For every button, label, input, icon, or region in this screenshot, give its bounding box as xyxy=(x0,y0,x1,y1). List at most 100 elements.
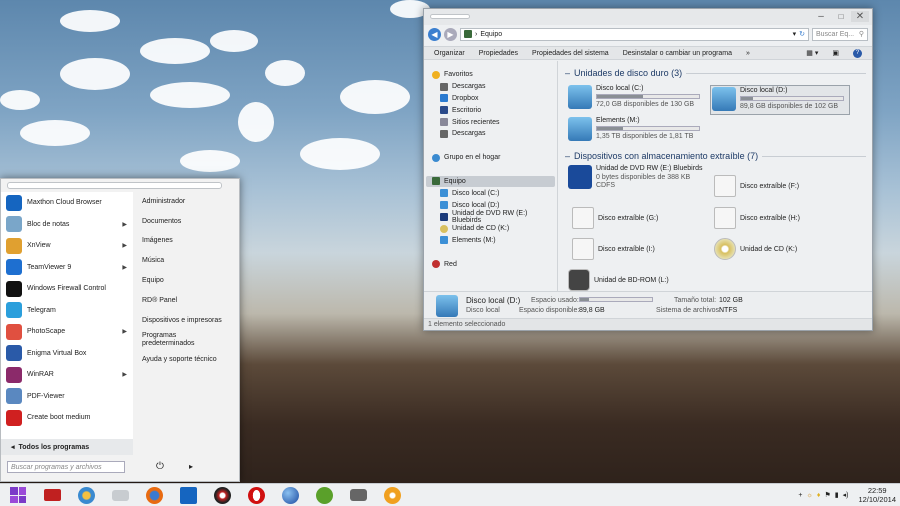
computer-icon xyxy=(464,30,472,38)
drive-item-i[interactable]: Disco extraíble (I:) xyxy=(572,234,692,264)
close-button[interactable]: ✕ xyxy=(851,11,869,22)
nav-item-drive-c[interactable]: Disco local (C:) xyxy=(424,187,557,199)
start-item-musica[interactable]: Música xyxy=(135,251,239,271)
start-item-dispositivos[interactable]: Dispositivos e impresoras xyxy=(135,311,239,331)
nav-network[interactable]: Red xyxy=(424,258,557,270)
drive-item-m[interactable]: Elements (M:) 1,35 TB disponibles de 1,8… xyxy=(568,117,708,147)
all-programs-button[interactable]: ◂ Todos los programas xyxy=(1,439,133,455)
start-button[interactable] xyxy=(4,484,32,506)
nav-item-desktop[interactable]: Escritorio xyxy=(424,104,557,116)
section-header-hdd[interactable]: – Unidades de disco duro (3) xyxy=(560,67,872,79)
submenu-arrow-icon[interactable]: ▶ xyxy=(122,371,127,378)
start-program-item[interactable]: Telegram xyxy=(1,300,133,322)
refresh-icon[interactable]: ↻ xyxy=(799,30,805,38)
view-options-icon[interactable]: ▦ ▾ xyxy=(806,49,818,57)
chevron-down-icon[interactable]: ▾ xyxy=(793,30,797,38)
nav-computer[interactable]: Equipo xyxy=(426,175,555,188)
taskbar-camera[interactable] xyxy=(344,484,372,506)
submenu-arrow-icon[interactable]: ▶ xyxy=(122,221,127,228)
taskbar-globe[interactable] xyxy=(276,484,304,506)
start-program-item[interactable]: WinRAR ▶ xyxy=(1,364,133,386)
taskbar-firefox[interactable] xyxy=(140,484,168,506)
power-icon[interactable]: ⏻ xyxy=(156,461,164,472)
lightbulb-icon[interactable]: ♦ xyxy=(817,492,821,499)
start-search-input[interactable]: Buscar programas y archivos xyxy=(7,461,125,473)
start-item-equipo[interactable]: Equipo xyxy=(135,271,239,291)
submenu-arrow-icon[interactable]: ▶ xyxy=(122,264,127,271)
removable-disk-icon xyxy=(714,175,736,197)
taskbar-maxthon[interactable] xyxy=(174,484,202,506)
drive-item-c[interactable]: Disco local (C:) 72,0 GB disponibles de … xyxy=(568,85,708,115)
start-item-programas-predeterminados[interactable]: Programas predeterminados xyxy=(135,331,215,351)
drive-item-d[interactable]: Disco local (D:) 89,8 GB disponibles de … xyxy=(710,85,850,115)
power-options-arrow-icon[interactable]: ▸ xyxy=(189,462,193,471)
drive-name: Unidad de DVD RW (E:) Bluebirds xyxy=(596,165,703,172)
sun-icon[interactable]: ☼ xyxy=(806,492,812,499)
nav-item-downloads-2[interactable]: Descargas xyxy=(424,128,557,140)
program-icon xyxy=(6,366,22,383)
taskbar-media-folder[interactable] xyxy=(38,484,66,506)
taskbar-drive[interactable] xyxy=(106,484,134,506)
organize-button[interactable]: Organizar xyxy=(434,50,465,57)
drive-item-g[interactable]: Disco extraíble (G:) xyxy=(572,203,692,233)
start-program-item[interactable]: Bloc de notas ▶ xyxy=(1,214,133,236)
clock[interactable]: 22:59 12/10/2014 xyxy=(858,486,896,504)
drive-item-k[interactable]: Unidad de CD (K:) xyxy=(714,234,834,264)
start-program-item[interactable]: Create boot medium xyxy=(1,407,133,429)
maximize-button[interactable]: □ xyxy=(834,11,848,22)
forward-button[interactable]: ▶ xyxy=(444,27,457,41)
system-properties-button[interactable]: Propiedades del sistema xyxy=(532,50,609,57)
taskbar-system-settings[interactable] xyxy=(72,484,100,506)
address-field[interactable]: › Equipo ▾ ↻ xyxy=(460,27,809,41)
taskbar-utorrent[interactable] xyxy=(310,484,338,506)
window-titlebar[interactable]: – □ ✕ xyxy=(424,9,872,25)
drive-item-f[interactable]: Disco extraíble (F:) xyxy=(714,171,834,201)
nav-item-downloads[interactable]: Descargas xyxy=(424,81,557,93)
start-item-administrador[interactable]: Administrador xyxy=(135,192,239,212)
drive-item-h[interactable]: Disco extraíble (H:) xyxy=(714,203,834,233)
nav-item-cd-k[interactable]: Unidad de CD (K:) xyxy=(424,223,557,235)
start-item-ayuda[interactable]: Ayuda y soporte técnico xyxy=(135,350,239,370)
minimize-button[interactable]: – xyxy=(814,11,828,22)
submenu-arrow-icon[interactable]: ▶ xyxy=(122,242,127,249)
action-center-icon[interactable]: ⚑ xyxy=(824,491,830,499)
taskbar-xnview[interactable] xyxy=(378,484,406,506)
nav-item-dropbox[interactable]: Dropbox xyxy=(424,93,557,105)
start-item-imagenes[interactable]: Imágenes xyxy=(135,232,239,252)
start-program-item[interactable]: XnView ▶ xyxy=(1,235,133,257)
details-free-label: Espacio disponible: xyxy=(519,307,580,314)
section-header-removable[interactable]: – Dispositivos con almacenamiento extraíb… xyxy=(560,150,872,162)
start-program-item[interactable]: Maxthon Cloud Browser xyxy=(1,192,133,214)
nav-homegroup[interactable]: Grupo en el hogar xyxy=(424,152,557,164)
more-commands-button[interactable]: » xyxy=(746,50,750,57)
start-program-item[interactable]: Windows Firewall Control xyxy=(1,278,133,300)
taskbar-media-player[interactable] xyxy=(208,484,236,506)
drive-item-dvd-e[interactable]: Unidad de DVD RW (E:) Bluebirds 0 bytes … xyxy=(568,165,708,195)
nav-item-elements-m[interactable]: Elements (M:) xyxy=(424,235,557,247)
search-input[interactable]: Buscar Eq... ⚲ xyxy=(812,27,868,41)
start-item-rd-panel[interactable]: RD® Panel xyxy=(135,291,239,311)
uninstall-program-button[interactable]: Desinstalar o cambiar un programa xyxy=(623,50,732,57)
nav-item-recent[interactable]: Sitios recientes xyxy=(424,116,557,128)
volume-icon[interactable]: ◂) xyxy=(843,491,849,499)
start-program-item[interactable]: TeamViewer 9 ▶ xyxy=(1,257,133,279)
back-button[interactable]: ◀ xyxy=(428,27,441,41)
properties-button[interactable]: Propiedades xyxy=(479,50,518,57)
nav-item-dvd-e[interactable]: Unidad de DVD RW (E:) Bluebirds xyxy=(424,210,557,224)
start-item-documentos[interactable]: Documentos xyxy=(135,212,239,232)
start-program-item[interactable]: Enigma Virtual Box xyxy=(1,343,133,365)
program-icon xyxy=(6,194,22,211)
submenu-arrow-icon[interactable]: ▶ xyxy=(122,328,127,335)
opera-icon xyxy=(247,486,265,504)
show-hidden-icons-icon[interactable]: + xyxy=(798,492,802,499)
help-icon[interactable]: ? xyxy=(853,48,862,58)
nav-favorites[interactable]: Favoritos xyxy=(424,69,557,81)
details-drive-type: Disco local xyxy=(466,307,500,314)
program-label: PDF-Viewer xyxy=(27,392,65,400)
program-icon xyxy=(6,280,22,297)
network-status-icon[interactable]: ▮ xyxy=(835,491,839,499)
preview-pane-icon[interactable]: ▣ xyxy=(832,49,839,57)
start-program-item[interactable]: PhotoScape ▶ xyxy=(1,321,133,343)
taskbar-opera[interactable] xyxy=(242,484,270,506)
start-program-item[interactable]: PDF-Viewer xyxy=(1,386,133,408)
